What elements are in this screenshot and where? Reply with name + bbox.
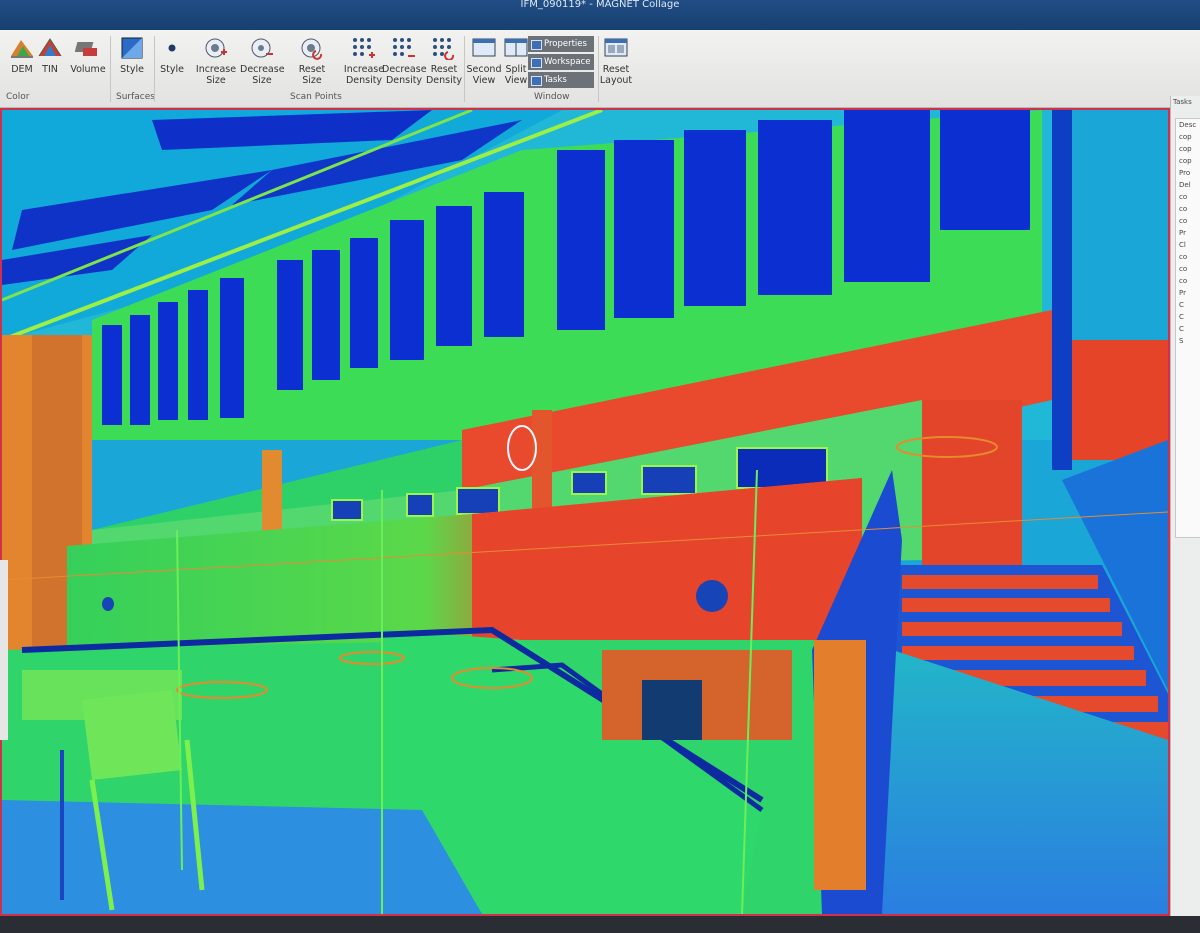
reset-size-button[interactable]: Reset Size	[290, 36, 334, 116]
task-item[interactable]: co	[1176, 263, 1200, 275]
task-item[interactable]: Del	[1176, 179, 1200, 191]
increase-size-button[interactable]: Increase Size	[194, 36, 238, 116]
task-item[interactable]: co	[1176, 191, 1200, 203]
window-panel-list: Properties Workspace Tasks	[528, 36, 594, 90]
reset-density-button[interactable]: Reset Density	[422, 36, 466, 116]
tasks-panel-title: Tasks	[1173, 98, 1192, 106]
decrease-size-button[interactable]: Decrease Size	[240, 36, 285, 116]
window-title: IFM_090119* - MAGNET Collage	[520, 0, 680, 10]
properties-toggle[interactable]: Properties	[528, 36, 594, 52]
decrease-size-icon	[251, 38, 273, 58]
volume-icon	[75, 42, 97, 56]
tin-icon	[38, 38, 62, 57]
group-window-label: Window	[534, 92, 570, 102]
task-item[interactable]: co	[1176, 275, 1200, 287]
task-item[interactable]: co	[1176, 203, 1200, 215]
increase-density-button[interactable]: Increase Density	[342, 36, 386, 116]
decrease-density-button[interactable]: Decrease Density	[382, 36, 427, 116]
task-item[interactable]: Pr	[1176, 287, 1200, 299]
task-item[interactable]: C	[1176, 311, 1200, 323]
title-bar: IFM_090119* - MAGNET Collage	[0, 0, 1200, 30]
split-view-icon	[504, 38, 528, 57]
point-style-icon	[168, 44, 176, 52]
task-item[interactable]: Cl	[1176, 239, 1200, 251]
reset-layout-button[interactable]: Reset Layout	[594, 36, 638, 116]
increase-density-icon	[353, 38, 375, 58]
increase-size-icon	[205, 38, 227, 58]
task-item[interactable]: Pr	[1176, 227, 1200, 239]
tasks-list[interactable]: Desc cop cop cop Pro Del co co co Pr Cl …	[1175, 118, 1200, 538]
surface-style-button[interactable]: Style	[110, 36, 154, 116]
task-item[interactable]: cop	[1176, 131, 1200, 143]
task-item[interactable]: C	[1176, 323, 1200, 335]
monitor-bezel	[0, 916, 1200, 933]
scan-scene	[2, 110, 1168, 914]
task-item[interactable]: cop	[1176, 155, 1200, 167]
style-surface-icon	[121, 37, 143, 59]
task-item[interactable]: S	[1176, 335, 1200, 347]
task-item[interactable]: co	[1176, 251, 1200, 263]
decrease-density-icon	[393, 38, 415, 57]
group-scan-points-label: Scan Points	[290, 92, 342, 102]
workspace-toggle[interactable]: Workspace	[528, 54, 594, 70]
left-panel-edge	[0, 560, 8, 740]
task-item[interactable]: Pro	[1176, 167, 1200, 179]
reset-density-icon	[433, 38, 455, 60]
task-item[interactable]: cop	[1176, 143, 1200, 155]
ribbon-toolbar: DEM TIN Volume Color Style Surfaces Styl…	[0, 30, 1200, 108]
task-item[interactable]: Desc	[1176, 119, 1200, 131]
point-style-button[interactable]: Style	[150, 36, 194, 116]
reset-layout-icon	[604, 38, 628, 57]
point-cloud-viewport[interactable]	[0, 108, 1170, 916]
tasks-toggle[interactable]: Tasks	[528, 72, 594, 88]
task-item[interactable]: co	[1176, 215, 1200, 227]
volume-button[interactable]: Volume	[66, 36, 110, 116]
reset-size-icon	[301, 38, 323, 60]
tasks-panel: Tasks Desc cop cop cop Pro Del co co co …	[1170, 96, 1200, 933]
group-color-label: Color	[6, 92, 30, 102]
task-item[interactable]: C	[1176, 299, 1200, 311]
